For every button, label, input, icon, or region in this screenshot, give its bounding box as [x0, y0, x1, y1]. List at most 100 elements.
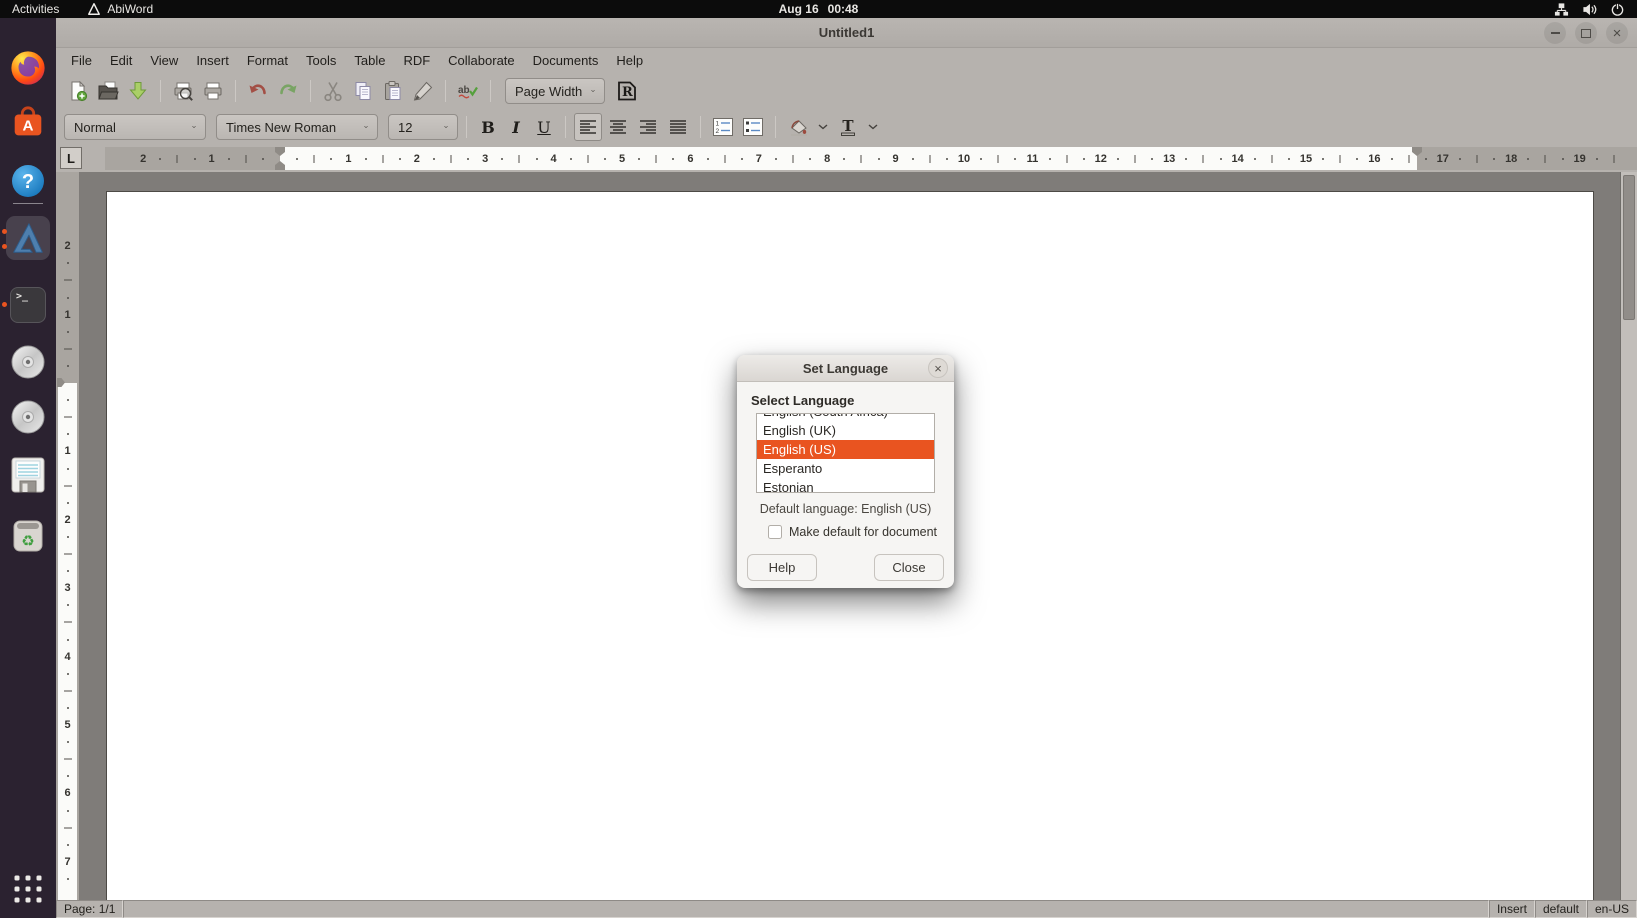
print-button[interactable] [199, 77, 227, 105]
chevron-down-icon [186, 124, 196, 130]
save-button[interactable] [124, 77, 152, 105]
zoom-select[interactable]: Page Width [505, 78, 605, 104]
font-size-select[interactable]: 12 [388, 114, 458, 140]
rdf-button[interactable]: R [613, 77, 641, 105]
font-color-button[interactable]: T [834, 113, 862, 141]
ubuntu-software-icon: A [9, 105, 47, 143]
align-justify-button[interactable] [664, 113, 692, 141]
paste-button[interactable] [379, 77, 407, 105]
language-option-esperanto[interactable]: Esperanto [757, 459, 934, 478]
toolbar-separator [466, 116, 467, 138]
running-indicator [2, 302, 7, 307]
maximize-button[interactable] [1575, 22, 1597, 44]
vertical-ruler: 211234567 [56, 172, 79, 900]
align-left-button[interactable] [574, 113, 602, 141]
copy-button[interactable] [349, 77, 377, 105]
menu-insert[interactable]: Insert [187, 50, 238, 71]
new-document-button[interactable] [64, 77, 92, 105]
make-default-row[interactable]: Make default for document [768, 525, 937, 539]
undo-button[interactable] [244, 77, 272, 105]
dialog-titlebar[interactable]: Set Language × [737, 355, 954, 382]
clock-time: 00:48 [828, 2, 859, 16]
make-default-checkbox[interactable] [768, 525, 782, 539]
menu-rdf[interactable]: RDF [394, 50, 439, 71]
stylus-button[interactable] [409, 77, 437, 105]
minimize-button[interactable] [1544, 22, 1566, 44]
numbered-list-button[interactable]: 12 [709, 113, 737, 141]
bold-button[interactable]: B [475, 114, 501, 140]
abiword-logo-icon [87, 2, 101, 16]
trash-icon: ♻ [10, 518, 46, 554]
dock-item-floppy[interactable] [9, 456, 47, 494]
rdf-document-icon: R [615, 79, 639, 103]
dialog-close-button[interactable]: × [928, 358, 948, 378]
italic-button[interactable]: I [503, 114, 529, 140]
align-right-button[interactable] [634, 113, 662, 141]
cut-button[interactable] [319, 77, 347, 105]
dock-item-terminal[interactable]: >_ [10, 287, 46, 323]
style-select[interactable]: Normal [64, 114, 206, 140]
bulleted-list-button[interactable] [739, 113, 767, 141]
dock-item-disc-1[interactable] [10, 344, 46, 380]
align-center-button[interactable] [604, 113, 632, 141]
insert-mode-indicator[interactable]: Insert [1489, 900, 1535, 918]
menu-help[interactable]: Help [607, 50, 652, 71]
menu-tools[interactable]: Tools [297, 50, 345, 71]
dock-item-abiword[interactable] [6, 216, 50, 260]
dock-item-help[interactable]: ? [10, 163, 46, 199]
system-status-area[interactable] [1554, 2, 1637, 17]
align-right-icon [638, 119, 658, 135]
font-color-dropdown[interactable] [864, 113, 882, 141]
menubar: FileEditViewInsertFormatToolsTableRDFCol… [56, 48, 1637, 73]
show-applications-icon [15, 876, 42, 903]
svg-text:R: R [622, 85, 633, 100]
network-icon [1554, 2, 1569, 17]
spellcheck-button[interactable]: ab [454, 77, 482, 105]
clock-button[interactable]: Aug 16 00:48 [779, 2, 859, 16]
dock-item-trash[interactable]: ♻ [10, 518, 46, 554]
window-titlebar[interactable]: Untitled1 × [56, 18, 1637, 48]
window-close-button[interactable]: × [1606, 22, 1628, 44]
print-icon [202, 80, 224, 102]
menu-table[interactable]: Table [345, 50, 394, 71]
close-button[interactable]: Close [874, 554, 944, 581]
vertical-scrollbar[interactable] [1620, 172, 1637, 900]
dock-item-firefox[interactable] [9, 49, 47, 87]
language-option-estonian[interactable]: Estonian [757, 478, 934, 493]
font-select[interactable]: Times New Roman [216, 114, 378, 140]
language-list[interactable]: English (South Africa)English (UK)Englis… [756, 413, 935, 493]
menu-format[interactable]: Format [238, 50, 297, 71]
print-preview-button[interactable] [169, 77, 197, 105]
menu-documents[interactable]: Documents [524, 50, 608, 71]
menu-file[interactable]: File [62, 50, 101, 71]
dock-item-ubuntu-software[interactable]: A [9, 105, 47, 143]
help-button[interactable]: Help [747, 554, 817, 581]
default-language-text: Default language: English (US) [737, 502, 954, 516]
menu-view[interactable]: View [141, 50, 187, 71]
app-menu-button[interactable]: AbiWord [87, 2, 153, 16]
highlight-color-icon [788, 117, 808, 137]
dock-item-show-applications[interactable] [15, 876, 42, 903]
menu-collaborate[interactable]: Collaborate [439, 50, 524, 71]
tab-stop-selector[interactable]: L [60, 147, 82, 169]
language-option-english-south-africa[interactable]: English (South Africa) [757, 413, 934, 421]
clock-date: Aug 16 [779, 2, 819, 16]
toolbar-separator [445, 80, 446, 102]
highlight-color-button[interactable] [784, 113, 812, 141]
running-indicator [2, 244, 7, 249]
running-indicator [2, 229, 7, 234]
activities-button[interactable]: Activities [12, 2, 59, 16]
language-option-english-us[interactable]: English (US) [757, 440, 934, 459]
floppy-icon [9, 456, 47, 494]
language-option-english-uk[interactable]: English (UK) [757, 421, 934, 440]
align-left-icon [578, 119, 598, 135]
redo-button[interactable] [274, 77, 302, 105]
print-preview-icon [172, 80, 194, 102]
highlight-color-dropdown[interactable] [814, 113, 832, 141]
underline-button[interactable]: U [531, 114, 557, 140]
menu-edit[interactable]: Edit [101, 50, 141, 71]
toolbar-separator [700, 116, 701, 138]
dock-item-disc-2[interactable] [10, 399, 46, 435]
open-button[interactable] [94, 77, 122, 105]
scrollbar-thumb[interactable] [1623, 175, 1635, 320]
